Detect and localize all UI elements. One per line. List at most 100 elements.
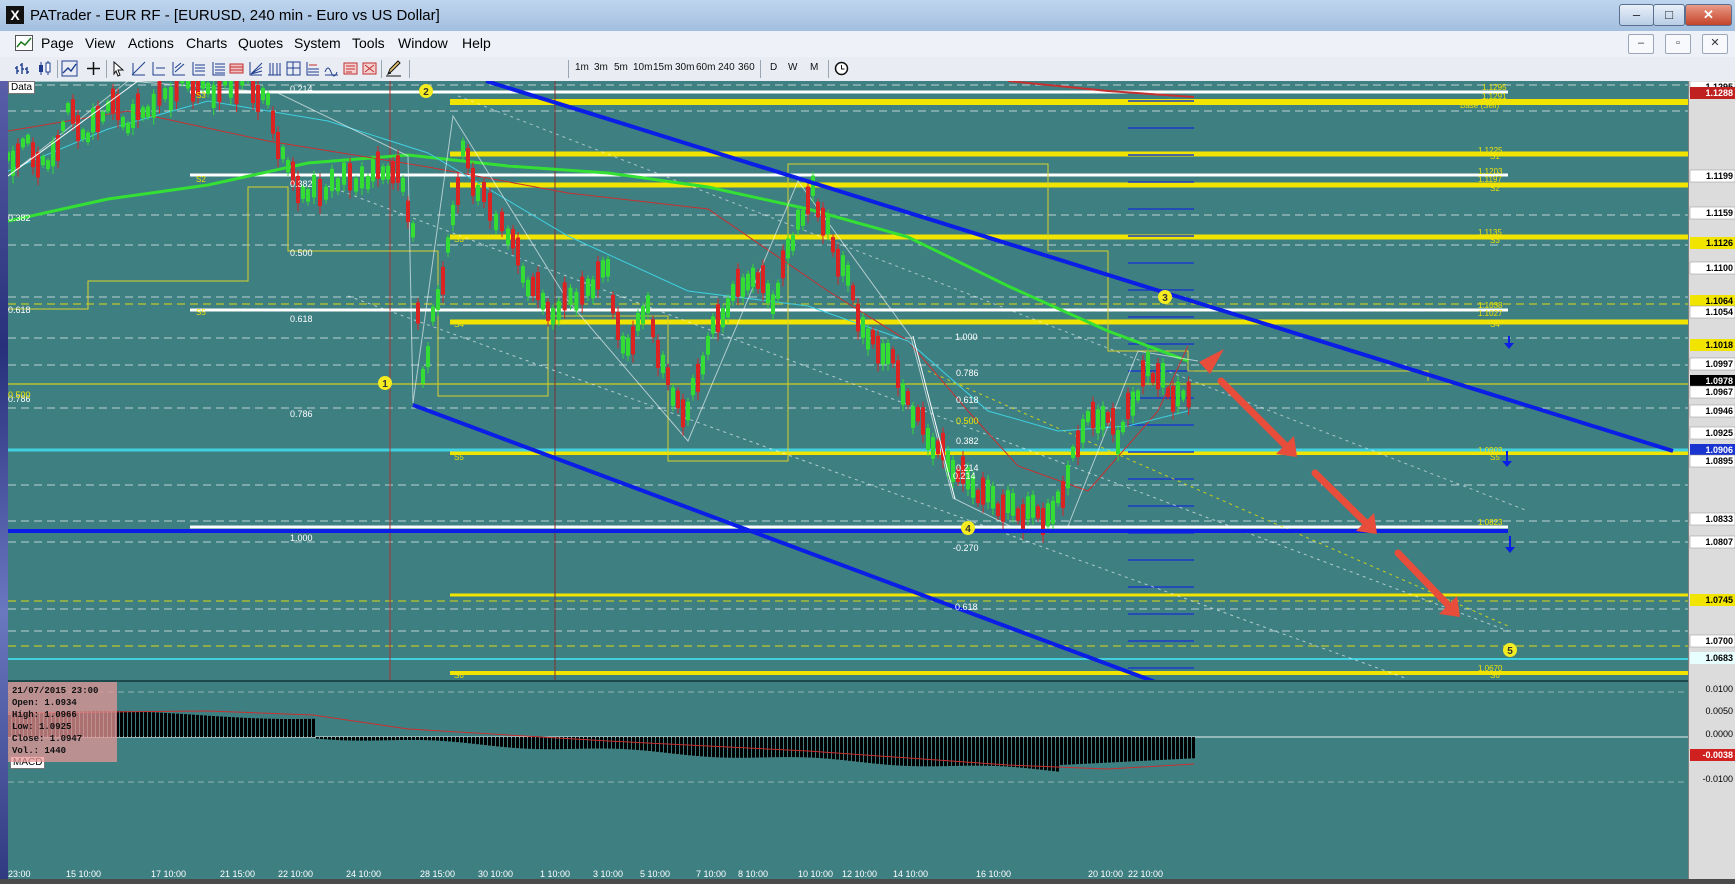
candle-body [1031, 494, 1035, 518]
macd-histogram-bar [660, 737, 663, 753]
chart-canvas[interactable]: 1 2 3 4 5 0.214 0.382 0.500 0.618 0.786 1.000 0.618… [8, 81, 1688, 879]
toolbar-separator [760, 60, 761, 78]
rectangle-tool-icon[interactable] [228, 60, 245, 77]
candle-body [157, 81, 162, 106]
gann-tool-icon[interactable] [285, 60, 302, 77]
macd-histogram-bar [120, 711, 123, 737]
line-chart-icon[interactable] [61, 60, 78, 77]
fib-fan-tool-icon[interactable] [247, 60, 264, 77]
candle-body [821, 207, 825, 236]
candle-body [631, 326, 635, 355]
menu-actions[interactable]: Actions [128, 35, 174, 51]
candle-body [796, 209, 800, 230]
macd-histogram-bar [416, 737, 419, 740]
candle-body [1076, 430, 1080, 458]
maximize-button[interactable]: □ [1653, 4, 1685, 26]
menu-help[interactable]: Help [462, 35, 491, 51]
delete-drawing-icon[interactable] [361, 60, 378, 77]
macd-histogram-bar [900, 737, 903, 766]
macd-histogram-bar [640, 737, 643, 751]
macd-histogram-bar [472, 737, 475, 744]
menu-tools[interactable]: Tools [352, 35, 385, 51]
candle-body [831, 237, 835, 253]
minimize-button[interactable]: – [1619, 4, 1654, 26]
timeframe-3m[interactable]: 3m [594, 62, 608, 73]
candle-body [574, 291, 579, 311]
menu-page[interactable]: Page [41, 35, 74, 51]
text-tool-icon[interactable] [342, 60, 359, 77]
level-arrowhead [1504, 343, 1514, 349]
macd-histogram-bar [1188, 737, 1191, 759]
crosshair-icon[interactable] [85, 60, 102, 77]
timeframe-30m[interactable]: 30m [675, 62, 694, 73]
timeframe-15m[interactable]: 15m [653, 62, 672, 73]
fib-time-tool-icon[interactable] [266, 60, 283, 77]
trendline-tool-icon[interactable] [130, 60, 147, 77]
timeframe-1m[interactable]: 1m [575, 62, 589, 73]
macd-histogram-bar [1164, 737, 1167, 760]
bar-chart-icon[interactable] [14, 60, 31, 77]
mdi-close-button[interactable]: ✕ [1702, 34, 1728, 54]
menu-view[interactable]: View [85, 35, 115, 51]
timeframe-daily[interactable]: D [770, 62, 777, 73]
price-axis[interactable]: 1.12951.12881.11991.11591.11261.11001.10… [1688, 80, 1735, 879]
candle-body [580, 276, 585, 305]
timeframe-360[interactable]: 360 [738, 62, 755, 73]
macd-histogram-bar [592, 737, 595, 749]
pencil-icon[interactable] [385, 60, 402, 77]
candle-body [911, 406, 915, 428]
fib-ratio-label: 0.618 [290, 314, 313, 324]
cycle-tool-icon[interactable] [323, 60, 340, 77]
cursor-icon[interactable] [110, 60, 127, 77]
macd-histogram-bar [580, 737, 583, 749]
price-chart[interactable]: 1 2 3 4 5 0.214 0.382 0.500 0.618 0.786 1.000 0.618… [8, 81, 1688, 879]
mdi-minimize-button[interactable]: – [1628, 34, 1654, 54]
macd-histogram-bar [868, 737, 871, 763]
fibonacci-tool-icon[interactable] [190, 60, 207, 77]
candle-body [271, 110, 275, 134]
channel-tool-icon[interactable] [170, 60, 187, 77]
candle-body [1096, 409, 1100, 434]
pivot-label: S6 [454, 671, 464, 680]
macd-histogram-bar [188, 714, 191, 737]
macd-histogram-bar [496, 737, 499, 747]
macd-histogram-bar [792, 737, 795, 758]
channel-upper-line [485, 81, 1674, 453]
candle-body [931, 437, 935, 459]
candle-body [131, 104, 135, 128]
timeframe-10m[interactable]: 10m [633, 62, 652, 73]
fib-extension-tool-icon[interactable] [210, 60, 227, 77]
timeframe-240[interactable]: 240 [718, 62, 735, 73]
fib-ratio-label: 0.618 [8, 305, 31, 315]
menu-window[interactable]: Window [398, 35, 448, 51]
pivot-label: S3 [196, 91, 206, 100]
timeframe-60m[interactable]: 60m [696, 62, 715, 73]
timeframe-weekly[interactable]: W [788, 62, 797, 73]
timeframe-5m[interactable]: 5m [614, 62, 628, 73]
pivot-label: S4 [454, 320, 464, 329]
mdi-restore-button[interactable]: ▫ [1665, 34, 1691, 54]
clock-icon[interactable] [833, 60, 850, 77]
close-button[interactable]: ✕ [1685, 4, 1732, 26]
channel-lower-line [412, 403, 1159, 685]
timeframe-monthly[interactable]: M [810, 62, 818, 73]
candle-body [360, 166, 364, 189]
macd-histogram-bar [676, 737, 679, 755]
macd-histogram-bar [236, 717, 239, 737]
candle-body [426, 346, 430, 368]
candle-body [116, 93, 120, 121]
candle-chart-icon[interactable] [36, 60, 53, 77]
menu-charts[interactable]: Charts [186, 35, 227, 51]
macd-axis-label: -0.0100 [1702, 774, 1733, 784]
macd-histogram-bar [840, 737, 843, 760]
macd-histogram-bar [588, 737, 591, 749]
candle-body [217, 81, 222, 103]
candle-body [1146, 351, 1150, 377]
candle-body [421, 368, 425, 384]
time-axis-label: 23:00 [8, 869, 31, 879]
menu-quotes[interactable]: Quotes [238, 35, 283, 51]
menu-system[interactable]: System [294, 35, 341, 51]
pitchfork-tool-icon[interactable] [304, 60, 321, 77]
chart-page-icon[interactable] [15, 35, 33, 51]
horizontal-line-tool-icon[interactable] [150, 60, 167, 77]
